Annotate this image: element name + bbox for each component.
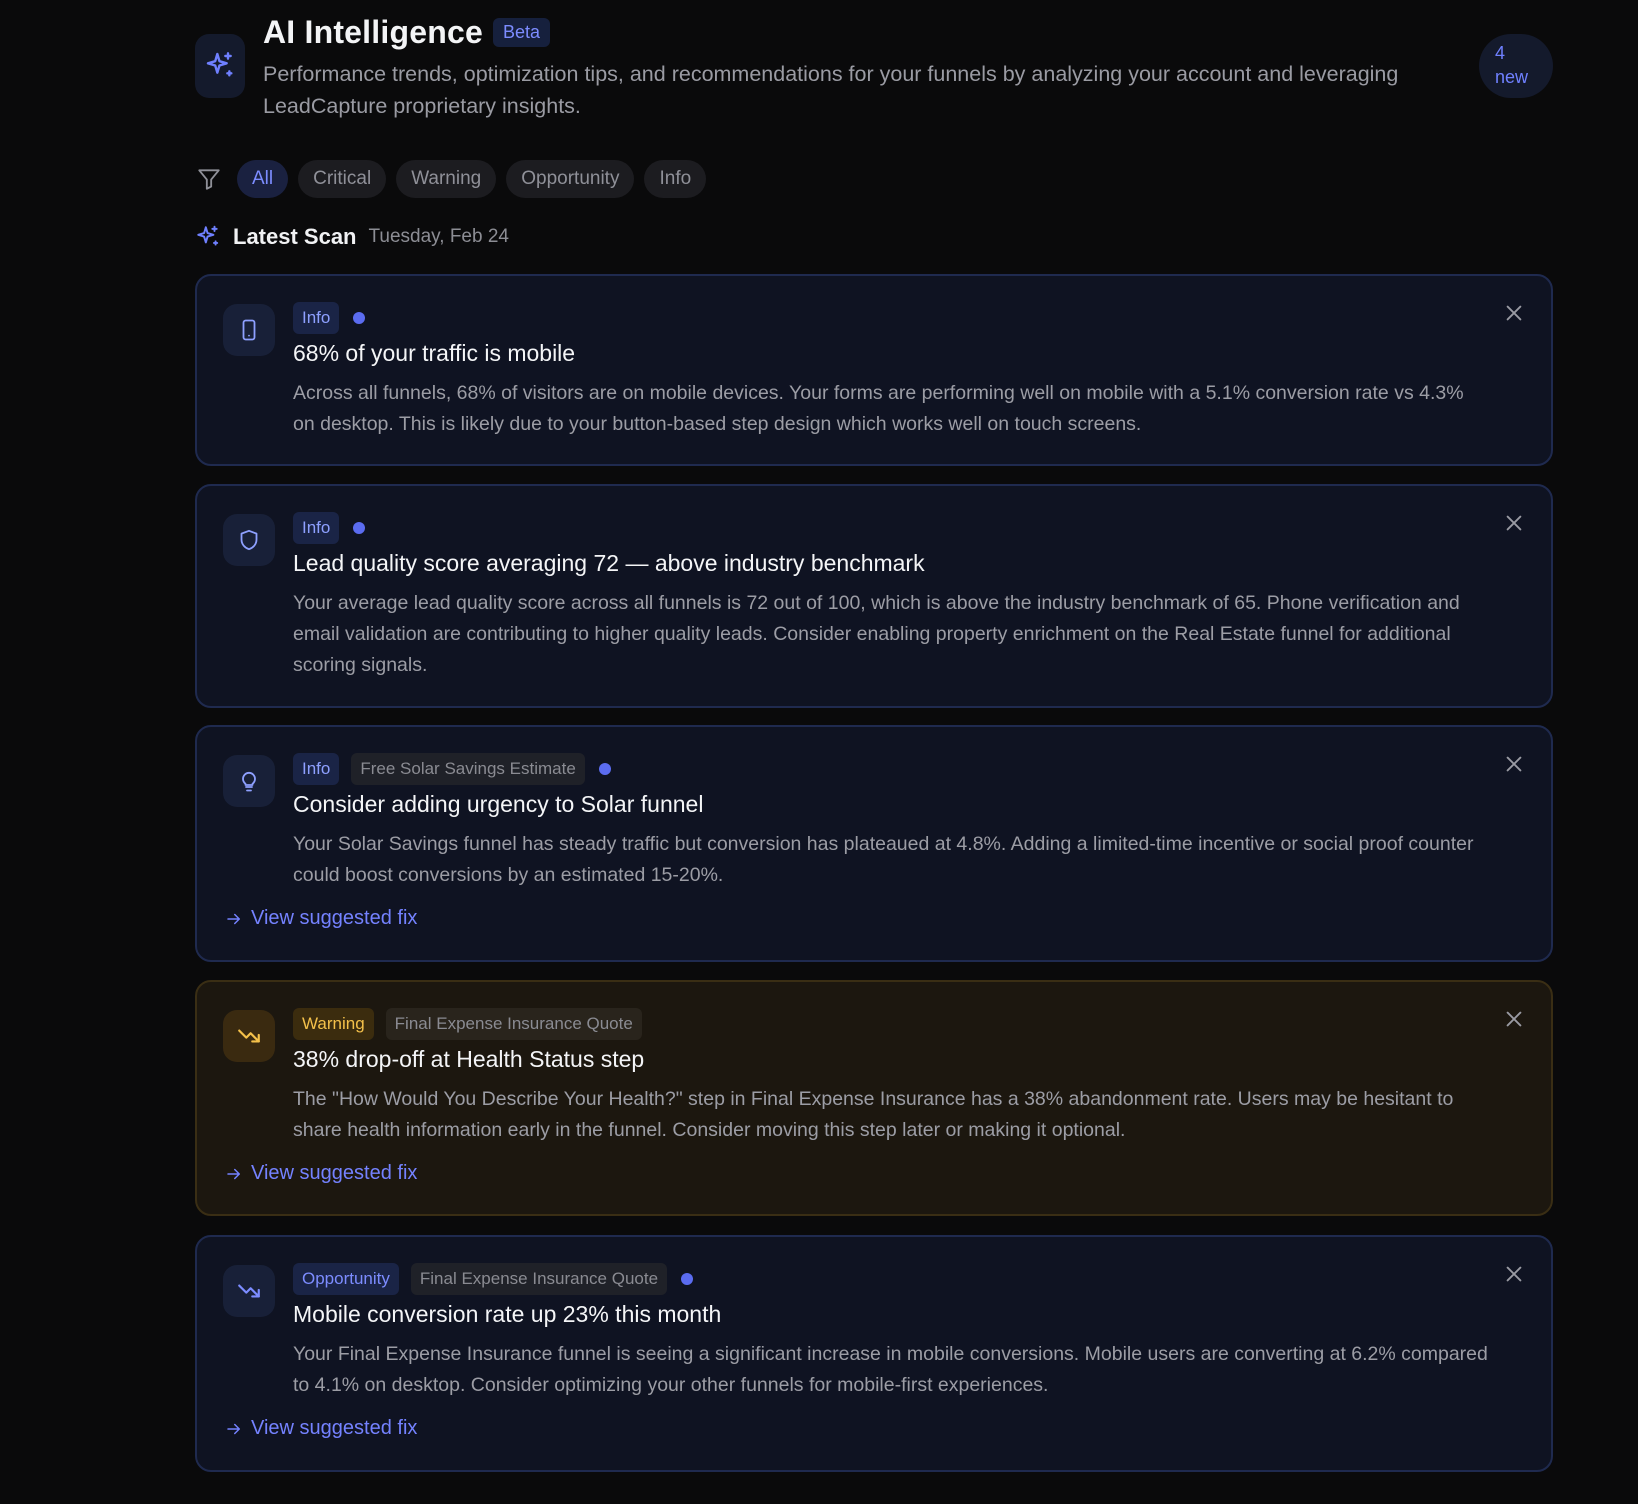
- dismiss-close-icon[interactable]: [1503, 1008, 1525, 1030]
- unread-dot: [353, 312, 366, 324]
- latest-scan-title: Latest Scan: [233, 224, 357, 249]
- view-suggested-fix-label: View suggested fix: [251, 907, 418, 929]
- insight-card: Info Lead quality score averaging 72 — a…: [195, 484, 1553, 708]
- smartphone-icon: [223, 304, 275, 356]
- page-subtitle: Performance trends, optimization tips, a…: [263, 62, 1399, 118]
- trending-down-icon: [223, 1010, 275, 1062]
- card-title: Lead quality score averaging 72 — above …: [293, 550, 925, 576]
- filter-chip-warning[interactable]: Warning: [396, 160, 497, 198]
- severity-tag: Info: [293, 753, 340, 785]
- ai-intelligence-page: AI Intelligence Beta Performance trends,…: [0, 0, 1638, 1504]
- unread-dot: [598, 763, 611, 775]
- severity-tag: Warning: [293, 1008, 374, 1040]
- lightbulb-icon: [223, 755, 275, 807]
- dismiss-close-icon[interactable]: [1503, 302, 1525, 324]
- new-count-badge[interactable]: 4 new: [1479, 34, 1553, 98]
- beta-badge: Beta: [492, 18, 550, 47]
- insight-card: Info Free Solar Savings Estimate Conside…: [195, 725, 1553, 962]
- insight-card: Info 68% of your traffic is mobile Acros…: [195, 274, 1553, 466]
- insight-card: Opportunity Final Expense Insurance Quot…: [195, 1235, 1553, 1472]
- filter-bar: All Critical Warning Opportunity Info: [195, 160, 707, 198]
- insight-card: Warning Final Expense Insurance Quote 38…: [195, 980, 1553, 1216]
- funnel-tag: Final Expense Insurance Quote: [410, 1263, 668, 1295]
- card-tags: Info Free Solar Savings Estimate: [293, 753, 611, 785]
- severity-tag: Info: [293, 302, 340, 334]
- card-description: Your average lead quality score across a…: [293, 592, 1460, 676]
- card-description: Your Solar Savings funnel has steady tra…: [293, 833, 1474, 886]
- page-header: AI Intelligence Beta Performance trends,…: [195, 14, 1553, 124]
- filter-chip-info[interactable]: Info: [644, 160, 707, 198]
- new-label: new: [1495, 67, 1529, 87]
- card-title: 68% of your traffic is mobile: [293, 340, 576, 366]
- sparkles-icon: [195, 34, 245, 98]
- view-suggested-fix-link[interactable]: View suggested fix: [225, 1417, 417, 1440]
- arrow-right-icon: [225, 1420, 243, 1438]
- card-tags: Warning Final Expense Insurance Quote: [293, 1008, 642, 1040]
- arrow-right-icon: [225, 910, 243, 928]
- filter-chip-all[interactable]: All: [237, 160, 289, 198]
- arrow-right-icon: [225, 1165, 243, 1183]
- title-row: AI Intelligence Beta: [263, 14, 550, 51]
- dismiss-close-icon[interactable]: [1503, 1263, 1525, 1285]
- unread-dot: [681, 1273, 694, 1285]
- filter-chip-critical[interactable]: Critical: [298, 160, 387, 198]
- card-description: Your Final Expense Insurance funnel is s…: [293, 1343, 1488, 1396]
- trending-down-icon: [223, 1265, 275, 1317]
- card-description: Across all funnels, 68% of visitors are …: [293, 382, 1464, 435]
- card-description: The "How Would You Describe Your Health?…: [293, 1088, 1454, 1141]
- sparkles-icon: [195, 224, 221, 250]
- severity-tag: Info: [293, 512, 340, 544]
- latest-scan-date: Tuesday, Feb 24: [368, 226, 509, 247]
- view-suggested-fix-link[interactable]: View suggested fix: [225, 907, 417, 930]
- card-title: 38% drop-off at Health Status step: [293, 1046, 645, 1072]
- view-suggested-fix-label: View suggested fix: [251, 1162, 418, 1184]
- dismiss-close-icon[interactable]: [1503, 753, 1525, 775]
- funnel-tag: Final Expense Insurance Quote: [385, 1008, 642, 1040]
- card-tags: Info: [293, 302, 366, 334]
- unread-dot: [353, 522, 366, 534]
- card-tags: Info: [293, 512, 366, 544]
- page-title: AI Intelligence: [263, 14, 483, 50]
- new-count: 4: [1495, 43, 1506, 63]
- shield-icon: [223, 514, 275, 566]
- severity-tag: Opportunity: [293, 1263, 399, 1295]
- filter-icon[interactable]: [195, 165, 223, 193]
- card-tags: Opportunity Final Expense Insurance Quot…: [293, 1263, 694, 1295]
- view-suggested-fix-link[interactable]: View suggested fix: [225, 1162, 417, 1185]
- card-title: Mobile conversion rate up 23% this month: [293, 1301, 722, 1327]
- dismiss-close-icon[interactable]: [1503, 512, 1525, 534]
- view-suggested-fix-label: View suggested fix: [251, 1417, 418, 1439]
- funnel-tag: Free Solar Savings Estimate: [351, 753, 585, 785]
- card-title: Consider adding urgency to Solar funnel: [293, 791, 704, 817]
- filter-chip-opportunity[interactable]: Opportunity: [506, 160, 635, 198]
- latest-scan-heading: Latest Scan Tuesday, Feb 24: [195, 224, 509, 250]
